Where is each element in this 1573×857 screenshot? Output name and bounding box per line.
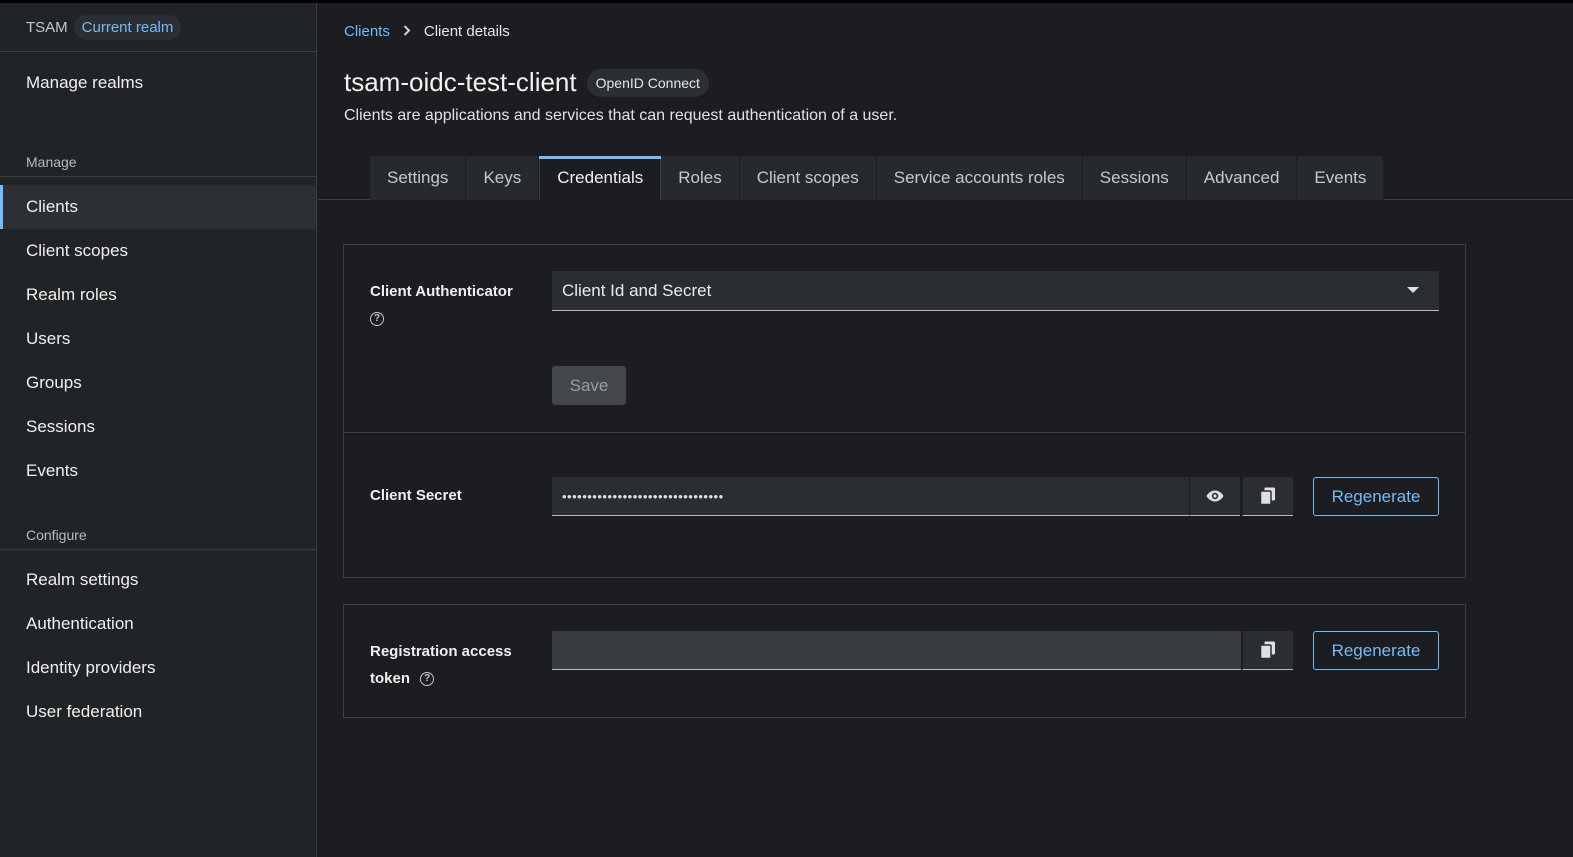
tab-settings[interactable]: Settings [370,156,467,200]
tab-advanced[interactable]: Advanced [1186,156,1298,200]
copy-icon [1260,487,1275,505]
sidebar-item-client-scopes[interactable]: Client scopes [0,229,316,273]
sidebar: TSAM Current realm Manage realms Manage … [0,3,317,857]
question-circle-icon[interactable]: ? [370,312,384,327]
reveal-secret-button[interactable] [1189,477,1240,516]
tab-credentials[interactable]: Credentials [539,156,662,200]
client-secret-label: Client Secret [370,487,462,504]
chevron-right-icon [403,24,411,39]
registration-token-card: Registration access token ? Regenerate [343,604,1466,718]
realm-name: TSAM [26,18,68,36]
tab-bar: Settings Keys Credentials Roles Client s… [318,156,1573,200]
protocol-badge: OpenID Connect [586,68,709,97]
tab-sessions[interactable]: Sessions [1082,156,1187,200]
registration-token-label-line1: Registration access [370,643,512,660]
breadcrumb-clients-link[interactable]: Clients [344,23,390,40]
question-circle-icon[interactable]: ? [420,672,435,687]
sidebar-item-realm-roles[interactable]: Realm roles [0,273,316,317]
tab-keys[interactable]: Keys [466,156,540,200]
copy-icon [1260,641,1275,659]
client-authenticator-select[interactable]: Client Id and Secret [552,271,1439,311]
registration-token-label: Registration access token ? [370,638,512,692]
eye-icon [1206,490,1224,502]
title-row: tsam-oidc-test-client OpenID Connect [344,67,709,98]
sidebar-item-sessions[interactable]: Sessions [0,405,316,449]
copy-secret-button[interactable] [1242,477,1293,516]
card-divider [344,432,1465,433]
sidebar-item-realm-settings[interactable]: Realm settings [0,558,316,602]
main-content: Clients Client details tsam-oidc-test-cl… [318,3,1573,857]
manage-realms-link[interactable]: Manage realms [0,52,316,114]
registration-token-field[interactable] [552,631,1241,670]
page-title: tsam-oidc-test-client [344,67,577,97]
registration-token-label-line2: token [370,670,411,687]
regenerate-token-button[interactable]: Regenerate [1313,631,1439,670]
breadcrumb-current: Client details [423,23,510,40]
sidebar-item-user-federation[interactable]: User federation [0,690,316,734]
breadcrumb: Clients Client details [344,23,510,40]
regenerate-secret-button[interactable]: Regenerate [1313,477,1439,516]
section-label-manage: Manage [0,147,316,177]
sidebar-item-events[interactable]: Events [0,449,316,493]
tab-events[interactable]: Events [1297,156,1385,200]
tab-service-accounts-roles[interactable]: Service accounts roles [876,156,1083,200]
tab-roles[interactable]: Roles [661,156,740,200]
sidebar-item-clients[interactable]: Clients [0,185,316,229]
client-authenticator-value: Client Id and Secret [562,280,712,300]
client-secret-value: •••••••••••••••••••••••••••••••• [562,488,724,504]
sidebar-item-identity-providers[interactable]: Identity providers [0,646,316,690]
save-button[interactable]: Save [552,366,626,405]
page-subtitle: Clients are applications and services th… [344,107,898,124]
current-realm-badge: Current realm [73,14,182,40]
caret-down-icon [1407,287,1419,293]
credentials-card: Client Authenticator ? Client Id and Sec… [343,244,1466,578]
section-label-configure: Configure [0,520,316,550]
tab-client-scopes[interactable]: Client scopes [739,156,877,200]
client-authenticator-label: Client Authenticator ? [370,278,513,332]
copy-token-button[interactable] [1242,631,1293,670]
sidebar-item-users[interactable]: Users [0,317,316,361]
sidebar-item-groups[interactable]: Groups [0,361,316,405]
sidebar-item-authentication[interactable]: Authentication [0,602,316,646]
client-authenticator-label-text: Client Authenticator [370,283,513,300]
client-secret-field[interactable]: •••••••••••••••••••••••••••••••• [552,477,1189,516]
realm-selector[interactable]: TSAM Current realm [0,3,316,52]
